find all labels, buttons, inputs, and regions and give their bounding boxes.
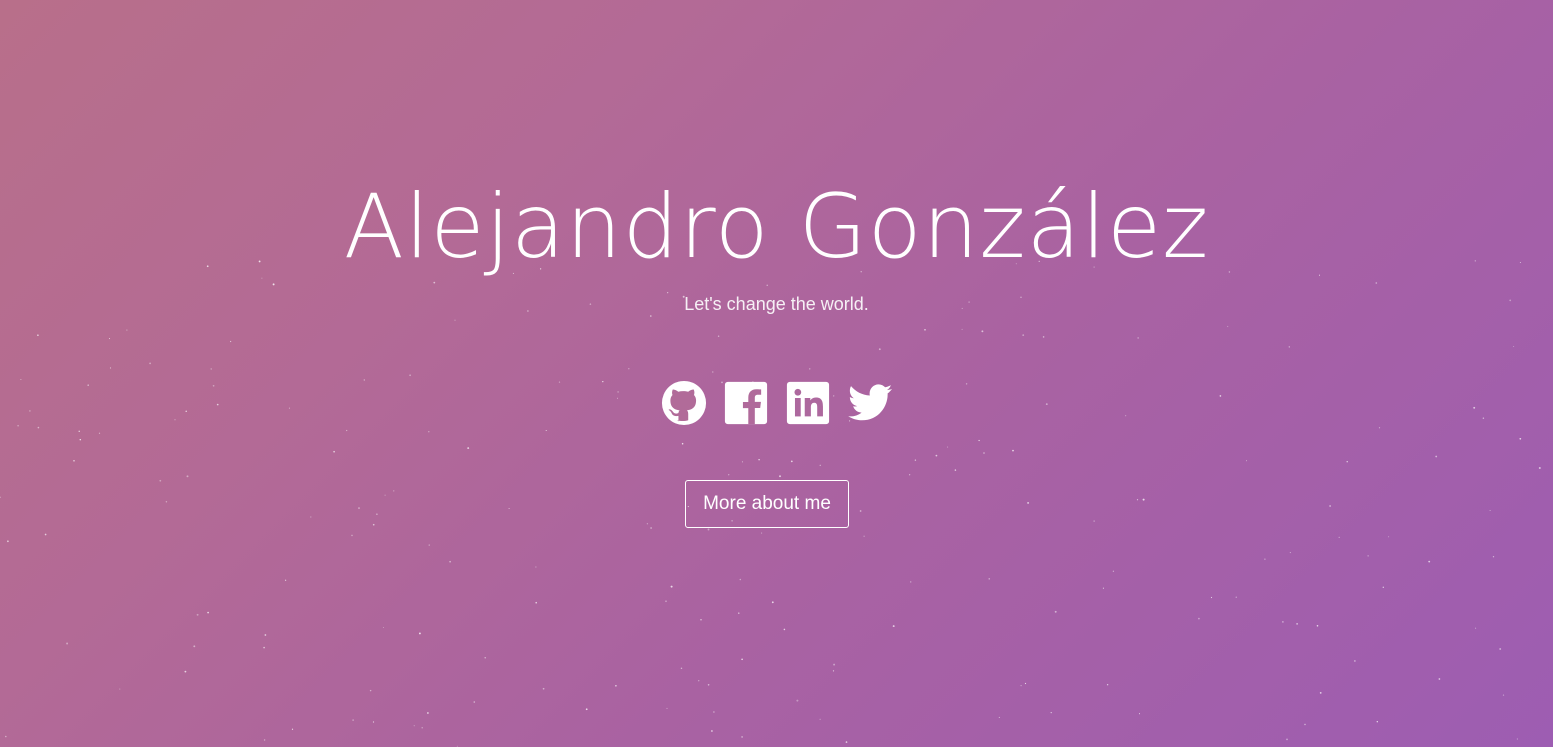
twitter-icon — [847, 384, 892, 421]
github-link[interactable] — [661, 380, 707, 426]
github-icon — [661, 380, 706, 426]
facebook-icon — [724, 381, 767, 425]
linkedin-icon — [786, 381, 829, 425]
facebook-link[interactable] — [723, 380, 769, 426]
hero-tagline: Let's change the world. — [684, 294, 869, 314]
linkedin-link[interactable] — [785, 380, 831, 426]
twitter-link[interactable] — [847, 380, 893, 426]
hero-name: Alejandro González — [343, 175, 1210, 278]
more-about-me-button[interactable]: More about me — [685, 480, 849, 528]
social-links — [0, 380, 1553, 426]
hero-section: Alejandro González Let's change the worl… — [0, 0, 1553, 747]
